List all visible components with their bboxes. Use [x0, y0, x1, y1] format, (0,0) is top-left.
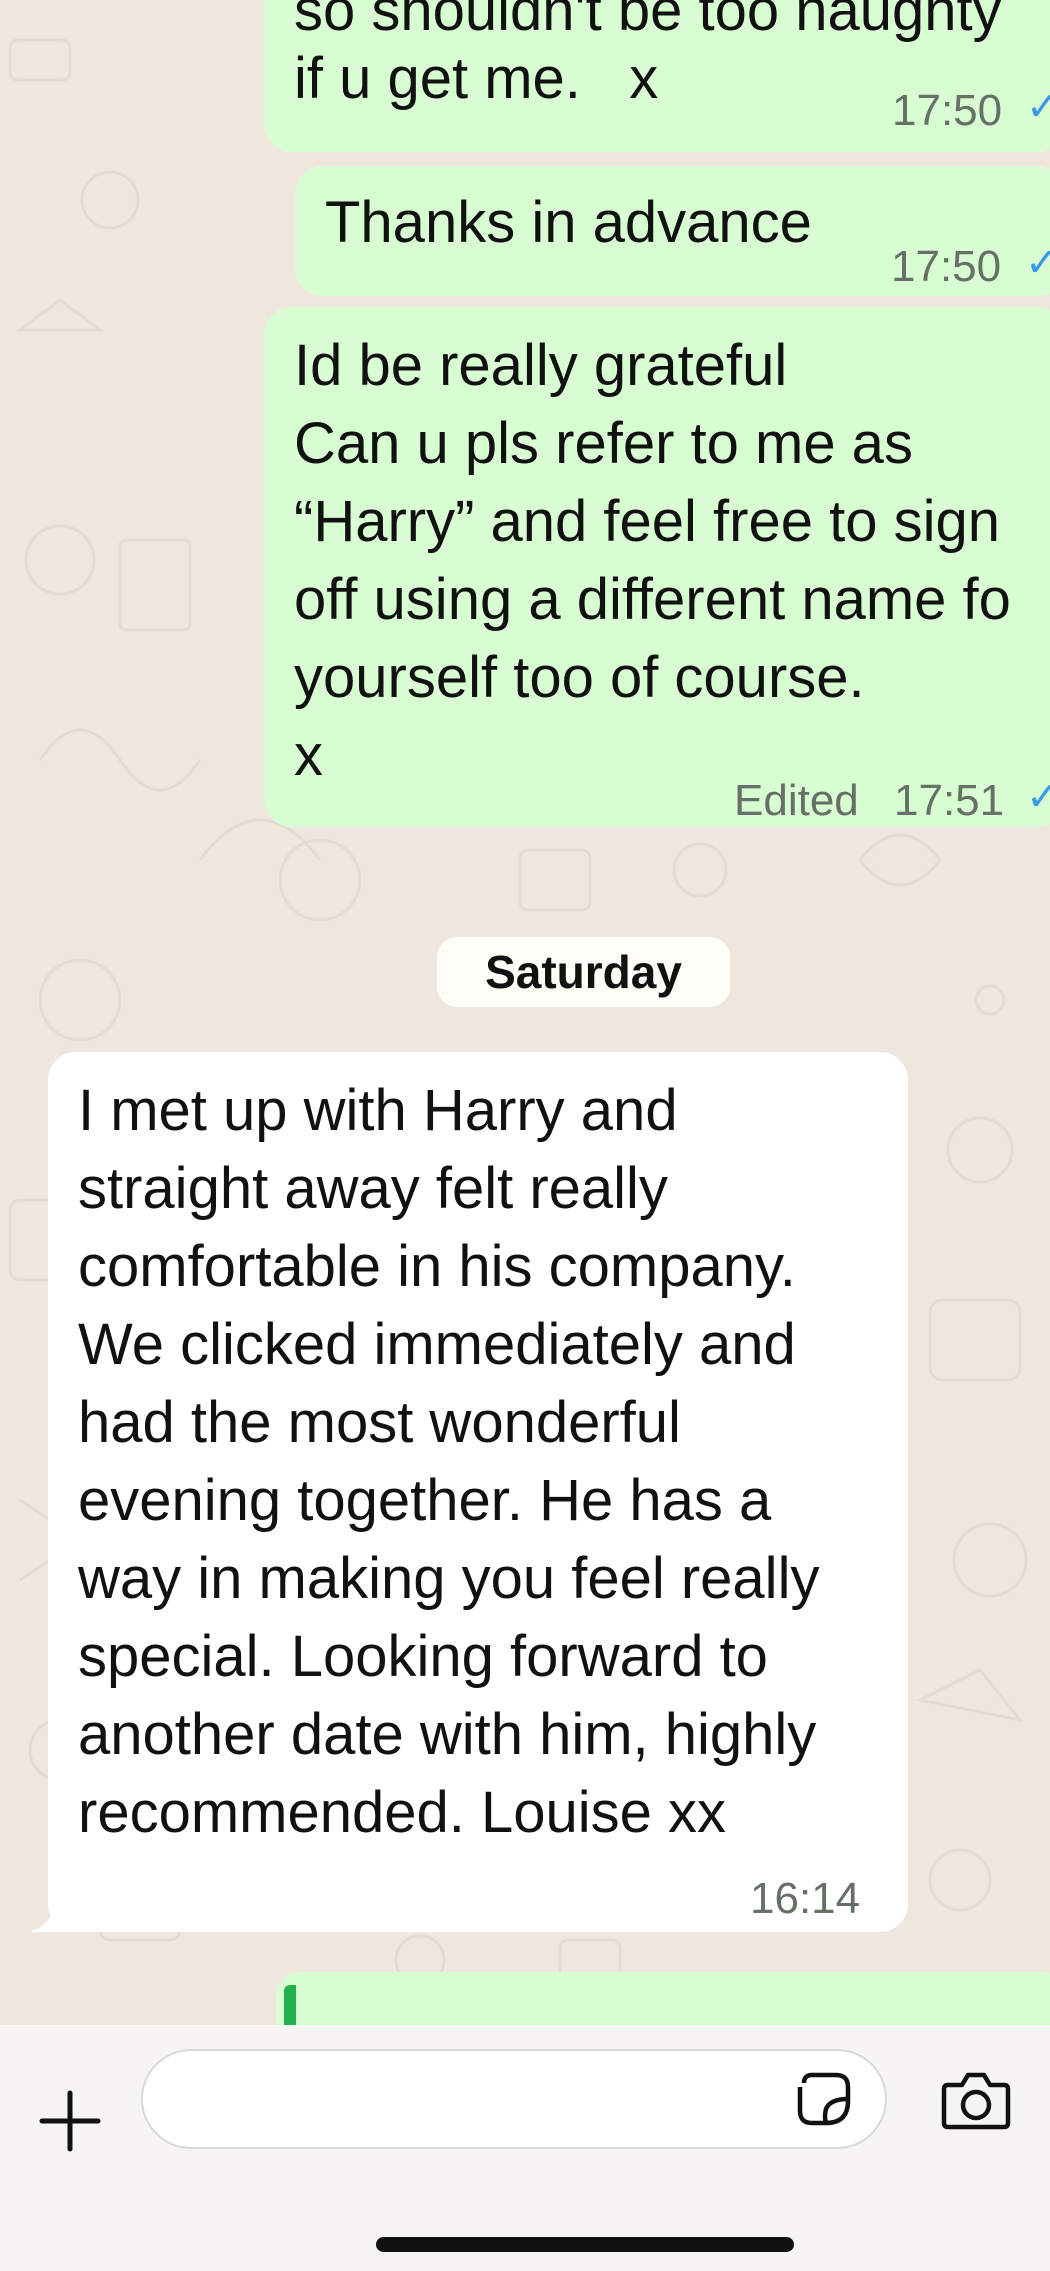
message-line: had the most wonderful: [78, 1390, 681, 1455]
outgoing-message[interactable]: Thanks in advance 17:50 ✓: [295, 166, 1050, 296]
camera-icon[interactable]: [940, 2069, 1012, 2131]
message-line: yourself too of course.: [294, 645, 865, 710]
day-separator: Saturday: [437, 937, 730, 1007]
message-line: recommended. Louise xx: [78, 1780, 726, 1845]
sticker-icon[interactable]: [794, 2069, 854, 2129]
read-tick-icon: ✓: [1025, 241, 1050, 285]
message-line: I met up with Harry and: [78, 1078, 678, 1143]
message-time: 17:51: [894, 776, 1005, 825]
outgoing-message[interactable]: Id be really grateful Can u pls refer to…: [264, 307, 1050, 827]
message-line: evening together. He has a: [78, 1468, 772, 1533]
plus-icon[interactable]: [36, 2087, 104, 2155]
message-line: We clicked immediately and: [78, 1312, 796, 1377]
message-line: “Harry” and feel free to sign: [294, 489, 1000, 554]
message-time: 16:14: [750, 1874, 861, 1923]
bubble-tail: [30, 1900, 70, 1932]
message-line: Id be really grateful: [294, 333, 788, 398]
message-line: way in making you feel really: [78, 1546, 820, 1611]
message-text: Thanks in advance: [325, 190, 812, 255]
read-tick-icon: ✓: [1026, 775, 1050, 819]
message-line: another date with him, highly: [78, 1702, 817, 1767]
message-line: special. Looking forward to: [78, 1624, 768, 1689]
message-text: I met up with Harry and straight away fe…: [78, 1072, 819, 1852]
edited-label: Edited: [734, 776, 859, 825]
outgoing-message-partial[interactable]: [276, 1972, 1050, 2025]
message-time: 17:50: [891, 242, 1002, 291]
message-line: comfortable in his company.: [78, 1234, 796, 1299]
outgoing-message[interactable]: so shouldn't be too naughty if u get me.…: [264, 0, 1050, 152]
message-line: straight away felt really: [78, 1156, 668, 1221]
chat-area[interactable]: so shouldn't be too naughty if u get me.…: [0, 0, 1050, 2025]
message-text: Id be really grateful Can u pls refer to…: [294, 327, 1050, 795]
reply-accent-bar: [284, 1985, 296, 2025]
message-composer: [0, 2025, 1050, 2271]
message-line: off using a different name fo: [294, 567, 1011, 632]
read-tick-icon: ✓: [1026, 85, 1050, 129]
message-text: if u get me. x: [294, 46, 659, 111]
incoming-message[interactable]: I met up with Harry and straight away fe…: [48, 1052, 908, 1932]
message-line: Can u pls refer to me as: [294, 411, 913, 476]
home-indicator[interactable]: [376, 2237, 794, 2252]
message-time: 17:50: [892, 86, 1003, 135]
message-input[interactable]: [141, 2049, 887, 2149]
